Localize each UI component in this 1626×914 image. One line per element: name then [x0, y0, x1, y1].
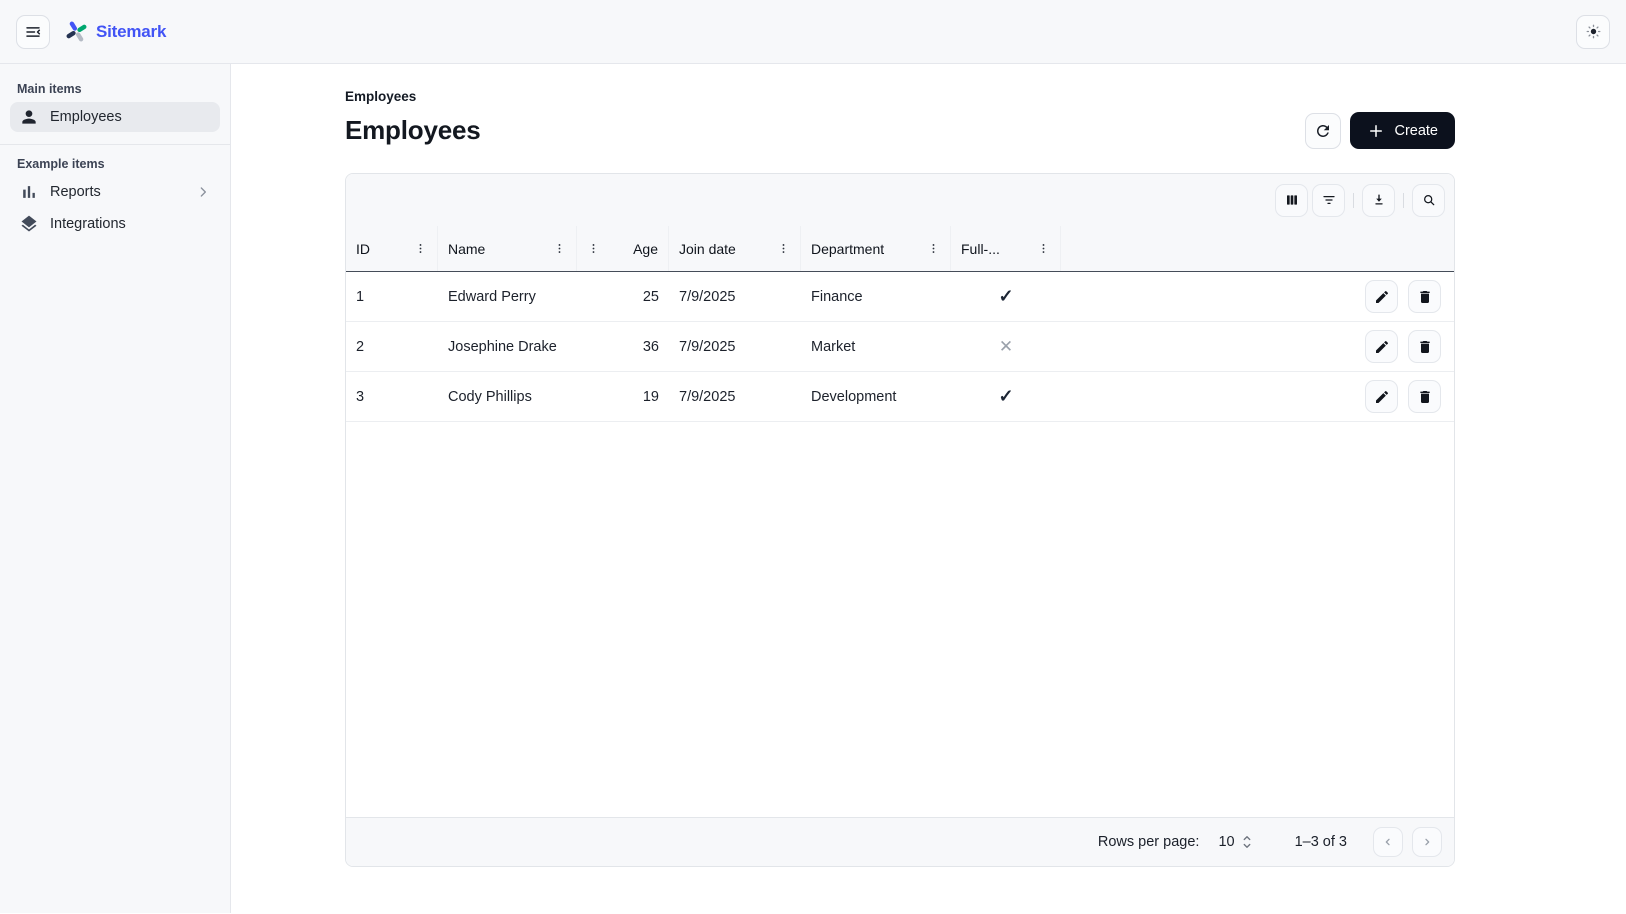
table-row[interactable]: 2 Josephine Drake 36 7/9/2025 Market	[346, 322, 1454, 372]
column-menu-icon[interactable]	[777, 242, 790, 255]
cell-id: 1	[346, 289, 438, 305]
full-time-check-icon	[998, 286, 1013, 307]
create-button[interactable]: Create	[1350, 112, 1455, 149]
delete-button[interactable]	[1408, 330, 1441, 363]
grid-toolbar	[346, 174, 1454, 226]
filter-button[interactable]	[1312, 184, 1345, 217]
cell-name: Cody Phillips	[438, 389, 577, 405]
nav-section-header-example: Example items	[17, 157, 213, 171]
breadcrumb[interactable]: Employees	[345, 89, 1455, 104]
edit-pencil-icon	[1374, 339, 1390, 355]
columns-button[interactable]	[1275, 184, 1308, 217]
nav-section-header-main: Main items	[17, 82, 213, 96]
chevron-left-icon	[1380, 834, 1396, 850]
column-menu-icon[interactable]	[1037, 242, 1050, 255]
brand-name: Sitemark	[96, 22, 166, 42]
columns-icon	[1284, 192, 1300, 208]
create-button-label: Create	[1394, 123, 1438, 139]
grid-header-row: ID Name A	[346, 226, 1454, 272]
sidebar-divider	[0, 144, 230, 145]
cell-age: 19	[577, 389, 669, 405]
chevron-right-icon	[195, 184, 211, 200]
cell-age: 36	[577, 339, 669, 355]
bar-chart-icon	[19, 182, 39, 202]
download-button[interactable]	[1362, 184, 1395, 217]
column-header-department[interactable]: Department	[801, 226, 951, 271]
search-icon	[1421, 192, 1437, 208]
page-title: Employees	[345, 115, 481, 146]
cell-join-date: 7/9/2025	[669, 339, 801, 355]
rows-per-page-select[interactable]: 10	[1218, 834, 1234, 850]
cell-id: 3	[346, 389, 438, 405]
column-header-age[interactable]: Age	[577, 226, 669, 271]
sidebar-item-label: Integrations	[50, 216, 126, 232]
sitemark-logo-icon	[64, 19, 89, 44]
cell-department: Finance	[801, 289, 951, 305]
column-header-name[interactable]: Name	[438, 226, 577, 271]
delete-trash-icon	[1417, 339, 1433, 355]
cell-name: Josephine Drake	[438, 339, 577, 355]
sun-icon	[1584, 22, 1603, 41]
sidebar: Main items Employees Example items R	[0, 64, 231, 913]
cell-name: Edward Perry	[438, 289, 577, 305]
next-page-button[interactable]	[1412, 827, 1442, 857]
menu-open-icon	[24, 23, 42, 41]
full-time-cross-icon	[999, 337, 1013, 357]
filter-icon	[1321, 192, 1337, 208]
column-menu-icon[interactable]	[927, 242, 940, 255]
edit-button[interactable]	[1365, 380, 1398, 413]
delete-trash-icon	[1417, 289, 1433, 305]
brand-logo[interactable]: Sitemark	[64, 19, 166, 44]
table-row[interactable]: 3 Cody Phillips 19 7/9/2025 Development	[346, 372, 1454, 422]
cell-join-date: 7/9/2025	[669, 289, 801, 305]
delete-trash-icon	[1417, 389, 1433, 405]
search-button[interactable]	[1412, 184, 1445, 217]
pagination-range-label: 1–3 of 3	[1295, 834, 1347, 850]
layers-icon	[19, 214, 39, 234]
refresh-button[interactable]	[1305, 113, 1341, 149]
column-menu-icon[interactable]	[414, 242, 427, 255]
column-menu-icon[interactable]	[553, 242, 566, 255]
edit-pencil-icon	[1374, 289, 1390, 305]
column-header-join-date[interactable]: Join date	[669, 226, 801, 271]
cell-join-date: 7/9/2025	[669, 389, 801, 405]
delete-button[interactable]	[1408, 280, 1441, 313]
employees-data-grid: ID Name A	[345, 173, 1455, 867]
top-bar: Sitemark	[0, 0, 1626, 64]
cell-department: Development	[801, 389, 951, 405]
refresh-icon	[1314, 122, 1332, 140]
sidebar-item-employees[interactable]: Employees	[10, 102, 220, 132]
person-icon	[19, 107, 39, 127]
previous-page-button[interactable]	[1373, 827, 1403, 857]
full-time-check-icon	[998, 386, 1013, 407]
edit-button[interactable]	[1365, 280, 1398, 313]
grid-empty-area	[346, 422, 1454, 817]
table-row[interactable]: 1 Edward Perry 25 7/9/2025 Finance	[346, 272, 1454, 322]
theme-toggle-button[interactable]	[1576, 15, 1610, 49]
column-header-actions	[1061, 226, 1454, 271]
delete-button[interactable]	[1408, 380, 1441, 413]
menu-toggle-button[interactable]	[16, 15, 50, 49]
cell-department: Market	[801, 339, 951, 355]
sidebar-item-label: Reports	[50, 184, 101, 200]
rows-per-page-label: Rows per page:	[1098, 834, 1200, 850]
main-area: Employees Employees	[231, 64, 1626, 913]
grid-footer: Rows per page: 10 1–3 of 3	[346, 817, 1454, 866]
plus-icon	[1367, 122, 1385, 140]
edit-button[interactable]	[1365, 330, 1398, 363]
rows-per-page-stepper-icon[interactable]	[1241, 833, 1253, 851]
cell-age: 25	[577, 289, 669, 305]
sidebar-item-label: Employees	[50, 109, 122, 125]
download-icon	[1371, 192, 1387, 208]
edit-pencil-icon	[1374, 389, 1390, 405]
cell-id: 2	[346, 339, 438, 355]
column-menu-icon[interactable]	[587, 242, 600, 255]
sidebar-item-integrations[interactable]: Integrations	[10, 209, 220, 239]
column-header-full-time[interactable]: Full-...	[951, 226, 1061, 271]
sidebar-item-reports[interactable]: Reports	[10, 177, 220, 207]
toolbar-divider	[1353, 193, 1354, 208]
column-header-id[interactable]: ID	[346, 226, 438, 271]
chevron-right-icon	[1419, 834, 1435, 850]
toolbar-divider	[1403, 193, 1404, 208]
